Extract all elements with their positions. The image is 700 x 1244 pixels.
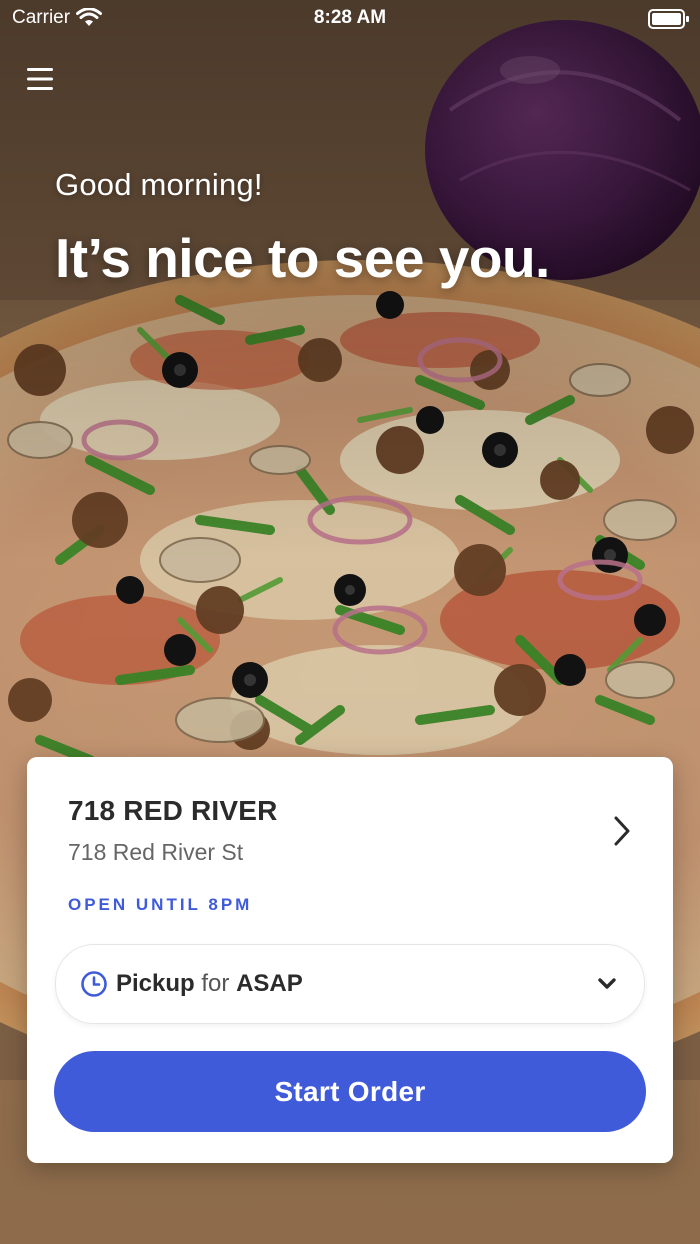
order-mode: Pickup (116, 970, 195, 997)
store-card: 718 RED RIVER 718 Red River St OPEN UNTI… (27, 757, 673, 1163)
home-screen: Carrier 8:28 AM Good morning! It’s nice … (0, 0, 700, 1244)
greeting-salutation: Good morning! (55, 167, 263, 202)
store-name: 718 RED RIVER (68, 795, 278, 826)
chevron-down-icon[interactable] (596, 976, 618, 992)
menu-button[interactable] (22, 62, 58, 96)
status-bar: Carrier 8:28 AM (0, 0, 700, 36)
order-time: ASAP (236, 970, 303, 997)
start-order-button[interactable]: Start Order (54, 1051, 646, 1132)
greeting-headline: It’s nice to see you. (55, 227, 550, 289)
status-time: 8:28 AM (313, 7, 387, 28)
store-selector[interactable]: 718 RED RIVER 718 Red River St (27, 757, 673, 877)
order-type-selector[interactable]: Pickup for ASAP (55, 944, 645, 1024)
store-address: 718 Red River St (68, 839, 244, 865)
store-hours-label: OPEN UNTIL 8PM (68, 895, 253, 914)
clock-icon (81, 971, 107, 997)
order-type-text: Pickup for ASAP (116, 970, 303, 998)
order-connector: for (201, 970, 230, 997)
battery-icon (648, 9, 690, 35)
hamburger-menu-icon (27, 68, 53, 90)
chevron-right-icon[interactable] (611, 813, 633, 849)
